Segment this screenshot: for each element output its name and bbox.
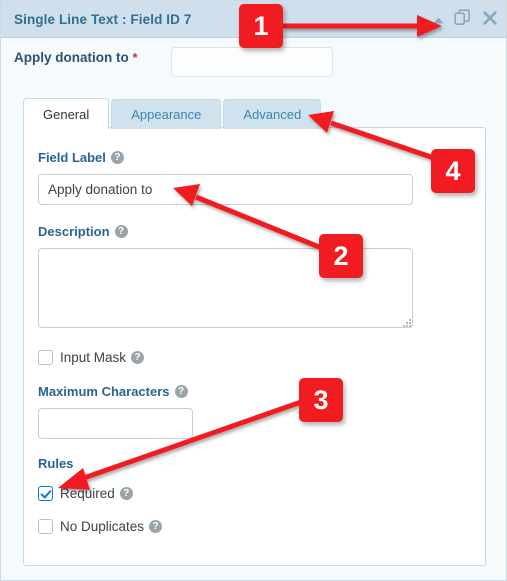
input-mask-label-text: Input Mask bbox=[60, 350, 127, 365]
help-icon[interactable]: ? bbox=[110, 151, 124, 164]
rules-heading: Rules bbox=[38, 456, 73, 471]
input-mask-checkbox[interactable] bbox=[38, 350, 53, 365]
help-icon[interactable]: ? bbox=[174, 385, 188, 398]
maximum-characters-input[interactable] bbox=[38, 408, 193, 439]
field-label-caption: Field Label ? bbox=[38, 150, 124, 165]
annotation-marker-2: 2 bbox=[319, 234, 363, 278]
summary-field-label-text: Apply donation to bbox=[14, 50, 129, 65]
summary-field-input[interactable] bbox=[171, 47, 333, 77]
titlebar-actions bbox=[433, 9, 498, 27]
rules-heading-text: Rules bbox=[38, 456, 74, 471]
tab-advanced[interactable]: Advanced bbox=[223, 99, 322, 129]
close-icon[interactable] bbox=[482, 10, 498, 26]
help-icon[interactable]: ? bbox=[131, 351, 145, 364]
collapse-icon[interactable] bbox=[433, 13, 444, 24]
no-duplicates-row[interactable]: No Duplicates ? bbox=[38, 519, 163, 534]
input-mask-row[interactable]: Input Mask ? bbox=[38, 350, 145, 365]
required-label: Required ? bbox=[60, 486, 133, 501]
no-duplicates-checkbox[interactable] bbox=[38, 519, 53, 534]
maximum-characters-caption: Maximum Characters ? bbox=[38, 384, 188, 399]
description-caption: Description ? bbox=[38, 224, 128, 239]
input-mask-label: Input Mask ? bbox=[60, 350, 145, 365]
field-label-caption-text: Field Label bbox=[38, 150, 106, 165]
help-icon[interactable]: ? bbox=[149, 520, 163, 533]
required-label-text: Required bbox=[60, 486, 115, 501]
no-duplicates-label: No Duplicates ? bbox=[60, 519, 163, 534]
duplicate-icon[interactable] bbox=[454, 9, 472, 27]
help-icon[interactable]: ? bbox=[114, 225, 128, 238]
no-duplicates-label-text: No Duplicates bbox=[60, 519, 145, 534]
tab-general[interactable]: General bbox=[23, 98, 110, 129]
field-settings-window: Single Line Text : Field ID 7 Apply dona… bbox=[0, 0, 507, 581]
description-caption-text: Description bbox=[38, 224, 110, 239]
field-label-input[interactable] bbox=[38, 174, 413, 205]
tab-appearance[interactable]: Appearance bbox=[111, 99, 222, 129]
summary-field-label: Apply donation to * bbox=[14, 50, 138, 65]
help-icon[interactable]: ? bbox=[119, 487, 133, 500]
annotation-marker-3: 3 bbox=[299, 378, 343, 422]
settings-tabs: General Appearance Advanced bbox=[23, 98, 322, 129]
required-checkbox[interactable] bbox=[38, 486, 53, 501]
annotation-marker-1: 1 bbox=[239, 4, 283, 48]
required-row[interactable]: Required ? bbox=[38, 486, 133, 501]
maximum-characters-caption-text: Maximum Characters bbox=[38, 384, 170, 399]
tab-panel-general: Field Label ? Description ? Input Mask ?… bbox=[23, 127, 486, 566]
required-asterisk: * bbox=[132, 50, 138, 65]
annotation-marker-4: 4 bbox=[431, 149, 475, 193]
window-title: Single Line Text : Field ID 7 bbox=[14, 12, 192, 27]
